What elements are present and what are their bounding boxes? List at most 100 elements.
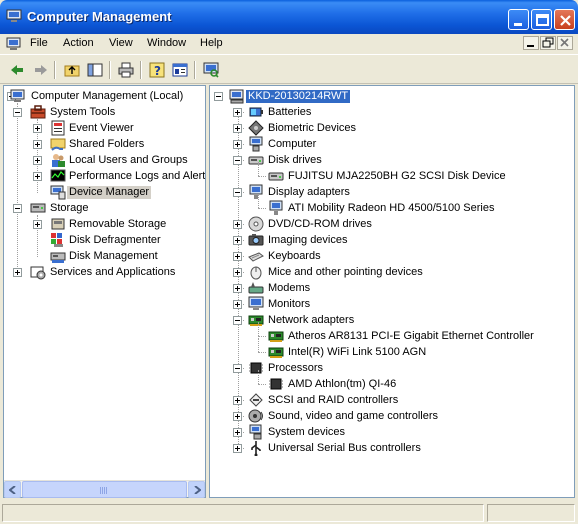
tree-item-services-applications[interactable]: Services and Applications [4,264,204,280]
scroll-left-button[interactable] [4,481,21,498]
tree-item-performance-logs[interactable]: Performance Logs and Alerts [4,168,205,184]
expand-toggle[interactable] [233,124,242,133]
tree-line [258,176,266,177]
device-category-row[interactable]: Imaging devices [210,232,570,248]
title-bar[interactable]: Computer Management [0,0,578,34]
device-category-row[interactable]: Processors [210,360,570,376]
expand-toggle[interactable] [233,140,242,149]
document-menu-icon[interactable] [6,36,22,52]
tree-item-storage[interactable]: Storage [4,200,204,216]
device-category-label: Universal Serial Bus controllers [268,442,421,454]
device-row[interactable]: AMD Athlon(tm) QI-46 [210,370,570,392]
tree-item-disk-defragmenter[interactable]: Disk Defragmenter [4,232,204,248]
collapse-toggle[interactable] [13,204,22,213]
expand-toggle[interactable] [233,220,242,229]
help-icon[interactable]: ? [146,59,168,81]
device-row[interactable]: Intel(R) WiFi Link 5100 AGN [210,338,570,360]
device-category-row[interactable]: Universal Serial Bus controllers [210,440,570,456]
tree-item-local-users[interactable]: Local Users and Groups [4,152,204,168]
forward-arrow-icon[interactable] [30,59,52,81]
device-category-label: Batteries [268,106,312,118]
expand-toggle[interactable] [233,108,242,117]
expand-toggle[interactable] [233,396,242,405]
properties-icon[interactable] [169,59,191,81]
tree-line [258,162,259,176]
expand-toggle[interactable] [233,236,242,245]
expand-toggle[interactable] [233,300,242,309]
expand-toggle[interactable] [33,140,42,149]
tree-item-system-tools[interactable]: System Tools [4,104,204,120]
collapse-toggle[interactable] [233,316,242,325]
tree-item-shared-folders[interactable]: Shared Folders [4,136,204,152]
device-category-row[interactable]: Biometric Devices [210,120,570,136]
device-category-row[interactable]: Batteries [210,104,570,120]
device-category-row[interactable]: Keyboards [210,248,570,264]
device-category-row[interactable]: SCSI and RAID controllers [210,392,570,408]
collapse-toggle[interactable] [233,156,242,165]
device-row[interactable]: Atheros AR8131 PCI-E Gigabit Ethernet Co… [210,322,570,344]
scroll-right-button[interactable] [188,481,205,498]
computer-management-app-icon[interactable] [6,9,22,23]
tree-item-disk-management[interactable]: Disk Management [4,248,204,264]
device-category-row[interactable]: Sound, video and game controllers [210,408,570,424]
tree-item-computer-root[interactable]: KKD-20130214RWT [210,88,510,104]
collapse-toggle[interactable] [233,188,242,197]
device-category-row[interactable]: Display adapters [210,184,570,200]
device-label: Intel(R) WiFi Link 5100 AGN [288,346,427,358]
child-restore-button[interactable] [540,36,556,50]
expand-toggle[interactable] [233,268,242,277]
menu-help[interactable]: Help [198,37,225,49]
menu-file[interactable]: File [28,37,50,49]
maximize-button[interactable] [531,9,552,30]
expand-toggle[interactable] [233,412,242,421]
tree-item-event-viewer[interactable]: Event Viewer [4,120,204,136]
device-category-row[interactable]: Disk drives [210,152,570,168]
expand-toggle[interactable] [13,268,22,277]
device-category-row[interactable]: Modems [210,280,570,296]
device-tree-pane[interactable]: KKD-20130214RWT Batteries Biometric Devic… [209,85,575,498]
horizontal-scrollbar[interactable] [4,480,205,498]
expand-toggle[interactable] [33,124,42,133]
display-adapter-icon [268,200,284,216]
tree-label: Device Manager [67,186,152,199]
up-folder-icon[interactable] [61,59,83,81]
menu-action[interactable]: Action [61,37,96,49]
device-row[interactable]: ATI Mobility Radeon HD 4500/5100 Series [210,194,570,216]
menu-view[interactable]: View [107,37,135,49]
print-icon[interactable] [115,59,137,81]
device-row[interactable]: FUJITSU MJA2250BH G2 SCSI Disk Device [210,162,570,184]
expand-toggle[interactable] [233,252,242,261]
expand-toggle[interactable] [233,284,242,293]
back-arrow-icon[interactable] [6,59,28,81]
expand-toggle[interactable] [233,428,242,437]
device-category-row[interactable]: Mice and other pointing devices [210,264,570,280]
device-category-row[interactable]: Network adapters [210,312,570,328]
tree-label: Shared Folders [69,138,145,150]
child-minimize-button[interactable] [523,36,539,50]
device-category-label: Modems [268,282,311,294]
close-button[interactable] [554,9,575,30]
show-hide-console-tree-icon[interactable] [84,59,106,81]
device-category-row[interactable]: Monitors [210,296,570,312]
collapse-toggle[interactable] [214,92,223,101]
minimize-button[interactable] [508,9,529,30]
collapse-toggle[interactable] [233,364,242,373]
tree-item-device-manager[interactable]: Device Manager [4,184,204,200]
expand-toggle[interactable] [33,220,42,229]
device-category-row[interactable]: DVD/CD-ROM drives [210,216,570,232]
scrollbar-thumb[interactable] [22,481,187,498]
device-label: ATI Mobility Radeon HD 4500/5100 Series [288,202,495,214]
scan-hardware-icon[interactable] [200,59,222,81]
device-category-row[interactable]: Computer [210,136,570,152]
menu-window[interactable]: Window [145,37,188,49]
expand-toggle[interactable] [33,156,42,165]
tree-item-removable-storage[interactable]: Removable Storage [4,216,204,232]
console-tree-pane[interactable]: Computer Management (Local) System Tools… [3,85,206,498]
tree-item-computer-management[interactable]: Computer Management (Local) [4,88,204,104]
svg-text:?: ? [154,64,161,78]
expand-toggle[interactable] [233,444,242,453]
collapse-toggle[interactable] [13,108,22,117]
device-category-row[interactable]: System devices [210,424,570,440]
child-close-button[interactable] [557,36,573,50]
expand-toggle[interactable] [33,172,42,181]
